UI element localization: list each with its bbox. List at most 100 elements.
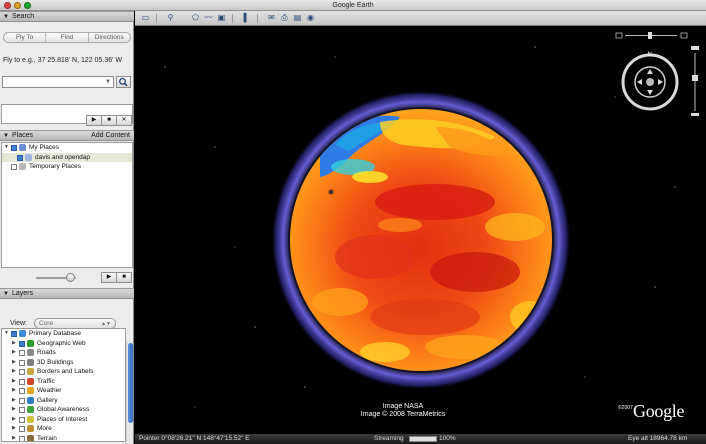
expand-arrow-icon[interactable]: ▼	[4, 329, 9, 339]
layer-label: Places of Interest	[37, 415, 88, 423]
layers-scroll-thumb[interactable]	[128, 343, 133, 423]
layer-checkbox[interactable]	[19, 359, 25, 366]
minimize-window-button[interactable]	[14, 2, 21, 9]
maps-icon[interactable]: ▤	[292, 13, 303, 23]
placemark-icon[interactable]: ⚲	[165, 13, 176, 23]
collapsed-arrow-icon[interactable]: ▶	[12, 434, 16, 442]
move-mode-icon[interactable]	[680, 32, 688, 39]
navigation-control[interactable]: N	[615, 31, 705, 121]
road-icon	[27, 349, 34, 356]
layer-item-places-of-interest[interactable]: ▶ Places of Interest	[2, 415, 125, 425]
search-button[interactable]	[116, 76, 131, 88]
layers-scrollbar[interactable]	[126, 341, 133, 444]
play-tour-button[interactable]: ▶	[101, 272, 117, 283]
collapsed-arrow-icon[interactable]: ▶	[12, 386, 16, 396]
collapsed-arrow-icon[interactable]: ▶	[12, 415, 16, 425]
north-indicator: N	[648, 52, 652, 58]
arrow-right-icon[interactable]	[658, 79, 663, 85]
collapsed-arrow-icon[interactable]: ▶	[12, 358, 16, 368]
clear-search-button[interactable]: ✕	[116, 115, 132, 126]
layer-checkbox[interactable]	[19, 350, 25, 356]
layer-item-borders-and-labels[interactable]: ▶ Borders and Labels	[2, 367, 125, 377]
layer-item-primary-database[interactable]: ▼ Primary Database	[2, 329, 125, 339]
fly-to-input[interactable]: ▼	[2, 76, 114, 88]
places-panel-header[interactable]: ▼ Places Add Content	[0, 130, 134, 141]
arrow-up-icon[interactable]	[647, 69, 653, 74]
davis-opendap-checkbox[interactable]	[17, 154, 23, 161]
zoom-window-button[interactable]	[24, 2, 31, 9]
collapsed-arrow-icon[interactable]: ▶	[12, 405, 16, 415]
tab-find-businesses[interactable]: Find Businesses	[46, 33, 89, 42]
layer-item-terrain[interactable]: ▶ Terrain	[2, 434, 125, 442]
collapsed-arrow-icon[interactable]: ▶	[12, 348, 16, 358]
tab-fly-to[interactable]: Fly To	[4, 33, 47, 42]
zoom-slider-knob[interactable]	[692, 75, 698, 81]
layer-item-traffic[interactable]: ▶ Traffic	[2, 377, 125, 387]
layer-label: Traffic	[37, 377, 55, 385]
polygon-icon[interactable]: ⬠	[190, 13, 201, 23]
layer-checkbox[interactable]	[19, 426, 25, 432]
history-dropdown-icon[interactable]: ▼	[105, 77, 111, 88]
layer-checkbox[interactable]	[19, 340, 25, 347]
collapsed-arrow-icon[interactable]: ▶	[12, 367, 16, 377]
layer-item-roads[interactable]: ▶ Roads	[2, 348, 125, 358]
layer-item-3d-buildings[interactable]: ▶ 3D Buildings	[2, 358, 125, 368]
sidebar-icon[interactable]: ▭	[140, 13, 151, 23]
layer-checkbox[interactable]	[19, 369, 25, 375]
layer-item-global-awareness[interactable]: ▶ Global Awareness	[2, 405, 125, 415]
stop-tour-button[interactable]: ■	[116, 272, 132, 283]
credit-line-2: Image © 2008 TerraMetrics	[360, 411, 446, 418]
layer-checkbox[interactable]	[19, 378, 25, 385]
tilt-slider-knob[interactable]	[648, 32, 652, 39]
layer-item-gallery[interactable]: ▶ Gallery	[2, 396, 125, 406]
tour-slider-knob[interactable]	[66, 273, 75, 282]
look-mode-icon[interactable]	[615, 32, 623, 39]
stop-tour-button[interactable]: ■	[101, 115, 117, 126]
print-icon[interactable]: ⎙	[279, 13, 290, 23]
layers-panel-header[interactable]: ▼ Layers	[0, 288, 134, 299]
overlay-icon[interactable]: ▣	[216, 13, 227, 23]
status-bar: Pointer 0°08'26.21" N 148°47'15.52" E St…	[135, 434, 706, 444]
weather-icon	[27, 387, 34, 394]
layer-label: Weather	[37, 387, 62, 394]
ruler-icon[interactable]: ▌	[241, 13, 252, 23]
collapsed-arrow-icon[interactable]: ▶	[12, 396, 16, 406]
layer-checkbox[interactable]	[19, 407, 25, 413]
collapse-triangle-icon[interactable]: ▼	[3, 12, 9, 22]
tab-directions[interactable]: Directions	[89, 33, 130, 42]
collapsed-arrow-icon[interactable]: ▶	[12, 424, 16, 434]
layer-item-weather[interactable]: ▶ Weather	[2, 386, 125, 396]
close-window-button[interactable]	[4, 2, 11, 9]
collapsed-arrow-icon[interactable]: ▶	[12, 339, 16, 349]
zoom-in-button[interactable]	[691, 46, 699, 50]
add-content-link[interactable]: Add Content	[91, 131, 130, 141]
layer-label: More	[37, 425, 52, 432]
arrow-down-icon[interactable]	[647, 90, 653, 95]
layer-item-more[interactable]: ▶ More	[2, 424, 125, 434]
collapse-triangle-icon[interactable]: ▼	[3, 131, 9, 141]
play-tour-button[interactable]: ▶	[86, 115, 102, 126]
places-item-davis-and-opendap[interactable]: davis and opendap	[2, 152, 132, 162]
path-icon[interactable]: 〰	[203, 13, 214, 23]
places-item-temporary-places[interactable]: Temporary Places	[2, 162, 132, 172]
look-center-icon[interactable]	[646, 78, 654, 86]
places-item-my-places[interactable]: ▼ My Places	[2, 143, 132, 153]
layer-checkbox[interactable]	[19, 416, 25, 423]
layer-checkbox[interactable]	[19, 388, 25, 394]
earth-view[interactable]: N	[135, 27, 706, 434]
temporary-places-checkbox[interactable]	[11, 164, 17, 170]
collapsed-arrow-icon[interactable]: ▶	[12, 377, 16, 387]
my-places-checkbox[interactable]	[11, 145, 17, 151]
layer-checkbox[interactable]	[19, 397, 25, 404]
layer-checkbox[interactable]	[11, 331, 17, 337]
email-icon[interactable]: ✉	[266, 13, 277, 23]
marker-point[interactable]	[328, 189, 334, 195]
expand-arrow-icon[interactable]: ▼	[4, 143, 9, 153]
sky-icon[interactable]: ◉	[305, 13, 316, 23]
zoom-out-button[interactable]	[691, 113, 699, 116]
layer-item-geographic-web[interactable]: ▶ Geographic Web	[2, 339, 125, 349]
layer-checkbox[interactable]	[19, 435, 25, 441]
search-panel-header[interactable]: ▼ Search	[0, 11, 134, 22]
collapse-triangle-icon[interactable]: ▼	[3, 289, 9, 299]
arrow-left-icon[interactable]	[637, 79, 642, 85]
